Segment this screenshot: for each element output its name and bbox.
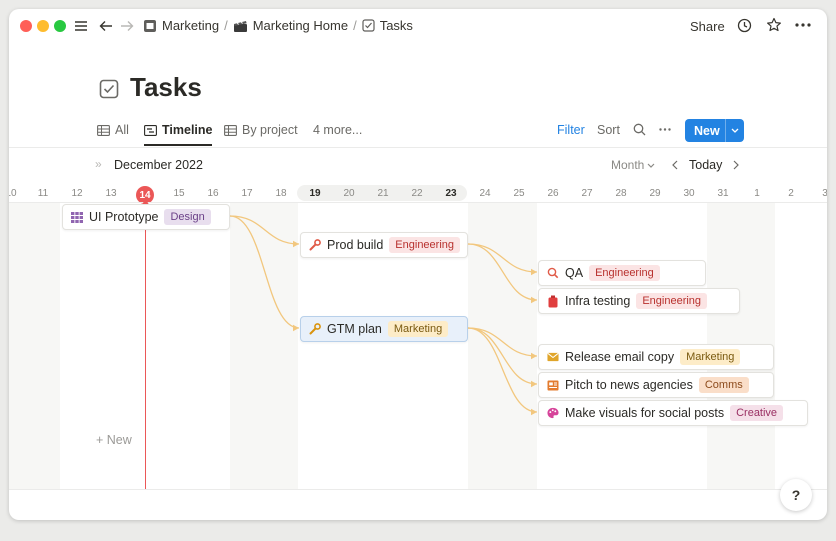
dependency-arrow xyxy=(467,243,538,273)
task-name: GTM plan xyxy=(327,322,382,336)
newspaper-icon xyxy=(547,379,559,391)
arrow-head xyxy=(293,324,299,332)
arrow-head xyxy=(531,408,537,416)
help-button[interactable]: ? xyxy=(780,479,812,511)
task-card[interactable]: GTM plan Marketing xyxy=(300,316,468,342)
task-name: Prod build xyxy=(327,238,384,252)
tag-badge: Engineering xyxy=(389,237,461,253)
tag-badge: Marketing xyxy=(387,321,449,337)
dependency-arrow xyxy=(467,327,538,413)
add-task-button[interactable]: + New xyxy=(96,433,132,447)
task-card[interactable]: Release email copy Marketing xyxy=(538,344,774,370)
task-name: UI Prototype xyxy=(89,210,159,224)
task-card[interactable]: QA Engineering xyxy=(538,260,706,286)
task-name: Release email copy xyxy=(565,350,675,364)
tag-badge: Engineering xyxy=(636,293,708,309)
task-card[interactable]: Make visuals for social posts Creative xyxy=(538,400,808,426)
dependency-arrow xyxy=(467,327,538,385)
tag-badge: Engineering xyxy=(589,265,660,281)
arrow-head xyxy=(293,240,299,248)
task-card[interactable]: Pitch to news agencies Comms xyxy=(538,372,774,398)
app-window: Marketing / Marketing Home / Tasks Share… xyxy=(9,9,827,520)
arrow-head xyxy=(531,352,537,360)
arrow-head xyxy=(531,268,537,276)
task-name: Infra testing xyxy=(565,294,631,308)
palette-icon xyxy=(547,407,559,419)
tag-badge: Creative xyxy=(730,405,784,421)
arrow-head xyxy=(531,296,537,304)
tag-badge: Marketing xyxy=(680,349,741,365)
arrow-head xyxy=(531,380,537,388)
task-name: QA xyxy=(565,266,584,280)
grid-icon xyxy=(71,211,83,223)
envelope-icon xyxy=(547,351,559,363)
timeline-bottom-divider xyxy=(9,489,827,490)
fire-extinguisher-icon xyxy=(547,295,559,307)
dependency-arrow xyxy=(467,243,538,301)
magnifier-icon xyxy=(547,267,559,279)
task-card[interactable]: Infra testing Engineering xyxy=(538,288,740,314)
tag-badge: Comms xyxy=(698,377,749,393)
wrench-icon xyxy=(309,323,321,335)
task-card[interactable]: Prod build Engineering xyxy=(300,232,468,258)
task-card[interactable]: UI Prototype Design xyxy=(62,204,230,230)
task-name: Make visuals for social posts xyxy=(565,406,725,420)
dependency-arrow xyxy=(467,327,538,357)
dependency-arrow xyxy=(229,215,300,329)
tag-badge: Design xyxy=(164,209,211,225)
task-name: Pitch to news agencies xyxy=(565,378,693,392)
wrench-icon xyxy=(309,239,321,251)
